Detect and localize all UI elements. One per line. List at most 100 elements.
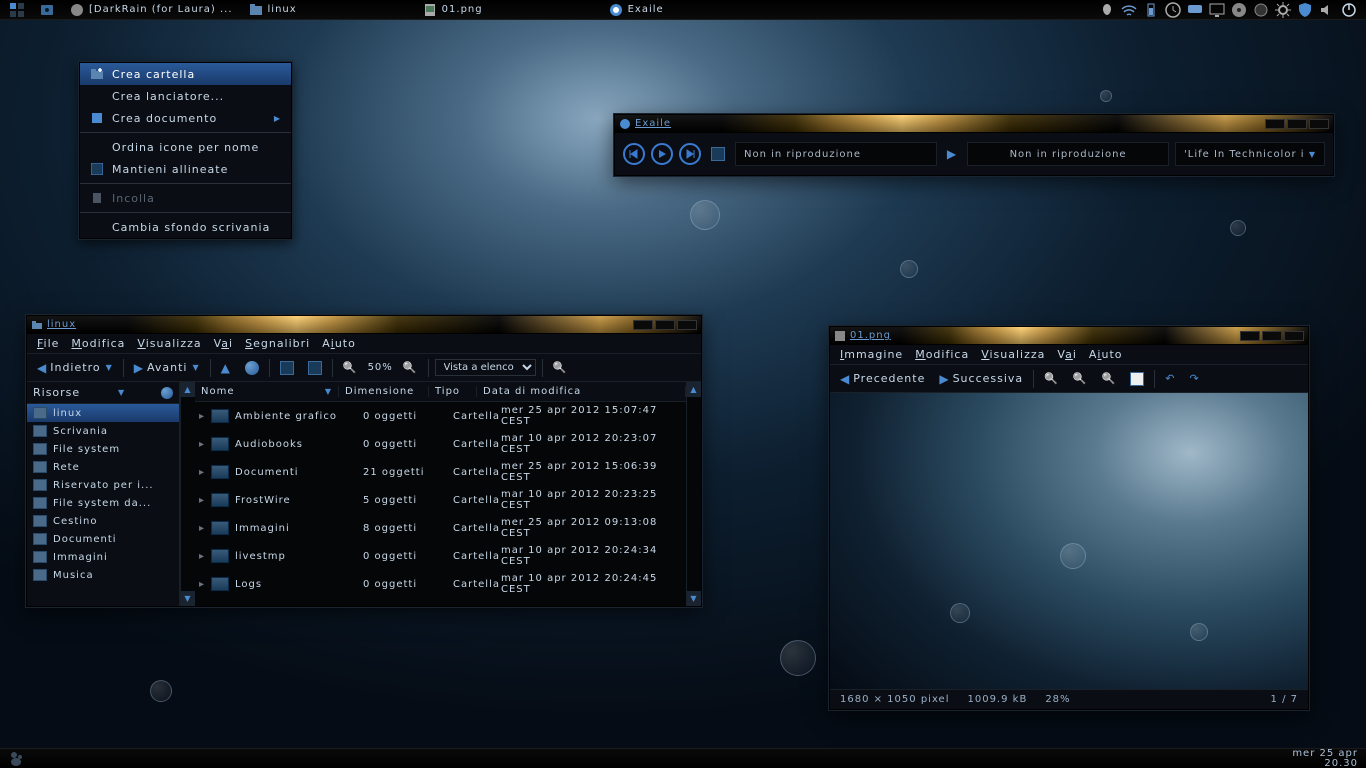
menu-go[interactable]: Vai [214,337,233,350]
home-button[interactable] [241,359,263,377]
next-track-button[interactable] [679,143,701,165]
track-title[interactable]: 'Life In Technicolor i▼ [1175,142,1325,166]
image-canvas[interactable] [830,393,1308,689]
menu-help[interactable]: Aiuto [1089,348,1123,361]
menu-view[interactable]: Visualizza [137,337,201,350]
expand-icon[interactable]: ▸ [199,467,207,478]
globe-icon[interactable] [161,387,173,399]
place-item[interactable]: Musica [27,566,179,584]
gnome-menu-button[interactable] [8,751,28,767]
play-button[interactable] [651,143,673,165]
minimize-button[interactable] [1240,331,1260,341]
track-progress[interactable]: Non in riproduzione [967,142,1169,166]
place-item[interactable]: Riservato per i... [27,476,179,494]
view-mode-select[interactable]: Vista a elenco [435,359,536,376]
menu-edit[interactable]: Modifica [915,348,969,361]
zoom-in-button[interactable] [399,359,422,376]
taskbar-item-linux[interactable]: linux [243,2,303,18]
up-button[interactable]: ▲ [217,359,235,377]
menu-image[interactable]: Immagine [840,348,903,361]
place-item[interactable]: linux [27,404,179,422]
tray-chat-icon[interactable] [1186,1,1204,19]
expand-icon[interactable]: ▸ [199,495,207,506]
ctx-create-folder[interactable]: Crea cartella [80,63,291,85]
scroll-down-button[interactable]: ▼ [181,591,195,606]
scroll-up-button[interactable]: ▲ [181,382,195,397]
zoom-out-button[interactable] [1069,370,1092,387]
next-image-button[interactable]: ▶Successiva [935,370,1027,388]
expand-icon[interactable]: ▸ [199,551,207,562]
sidebar-scrollbar[interactable]: ▲▼ [180,382,195,606]
playlist-button[interactable] [707,145,729,163]
reload-button[interactable] [304,359,326,377]
zoom-in-button[interactable] [1040,370,1063,387]
minimize-button[interactable] [633,320,653,330]
taskbar-item-media[interactable] [34,2,60,18]
place-item[interactable]: Scrivania [27,422,179,440]
tray-disc-icon[interactable] [1230,1,1248,19]
maximize-button[interactable] [1287,119,1307,129]
menu-file[interactable]: File [37,337,59,350]
filelist-scrollbar[interactable]: ▲▼ [686,382,701,606]
close-button[interactable] [677,320,697,330]
tray-power-icon[interactable] [1340,1,1358,19]
zoom-fit-button[interactable] [1098,370,1121,387]
tray-battery-icon[interactable] [1142,1,1160,19]
expand-icon[interactable]: ▸ [199,411,207,422]
place-item[interactable]: Cestino [27,512,179,530]
file-row[interactable]: ▸Audiobooks0 oggettiCartellamar 10 apr 2… [195,430,686,458]
taskbar-item-darkrain[interactable]: [DarkRain (for Laura) ... [64,2,239,18]
file-row[interactable]: ▸Ambiente grafico0 oggettiCartellamer 25… [195,402,686,430]
exaile-titlebar[interactable]: Exaile [615,115,1333,133]
chevron-down-icon[interactable]: ▼ [118,388,125,397]
expand-icon[interactable]: ▸ [199,439,207,450]
ctx-sort-by-name[interactable]: Ordina icone per nome [80,136,291,158]
tray-update-icon[interactable] [1164,1,1182,19]
scroll-up-button[interactable]: ▲ [687,382,701,397]
maximize-button[interactable] [655,320,675,330]
zoom-out-button[interactable] [339,359,362,376]
expand-icon[interactable]: ▸ [199,523,207,534]
col-type[interactable]: Tipo [429,386,477,397]
menu-help[interactable]: Aiuto [322,337,356,350]
col-name[interactable]: Nome▼ [195,386,339,397]
file-row[interactable]: ▸Documenti21 oggettiCartellamer 25 apr 2… [195,458,686,486]
computer-button[interactable] [276,359,298,377]
taskbar-item-exaile[interactable]: Exaile [603,2,670,18]
maximize-button[interactable] [1262,331,1282,341]
ctx-keep-aligned[interactable]: Mantieni allineate [80,158,291,180]
search-button[interactable] [549,359,572,376]
workspace-switcher[interactable] [4,2,30,18]
seek-button[interactable]: ▶ [943,145,961,163]
menu-edit[interactable]: Modifica [71,337,125,350]
close-button[interactable] [1284,331,1304,341]
tray-settings-icon[interactable] [1274,1,1292,19]
scroll-down-button[interactable]: ▼ [687,591,701,606]
place-item[interactable]: Documenti [27,530,179,548]
tray-apple-icon[interactable] [1098,1,1116,19]
file-row[interactable]: ▸FrostWire5 oggettiCartellamar 10 apr 20… [195,486,686,514]
rotate-cw-button[interactable]: ↷ [1186,370,1204,387]
imageviewer-titlebar[interactable]: 01.png [830,327,1308,345]
menu-view[interactable]: Visualizza [981,348,1045,361]
ctx-create-document[interactable]: Crea documento [80,107,291,129]
place-item[interactable]: Immagini [27,548,179,566]
place-item[interactable]: File system [27,440,179,458]
menu-go[interactable]: Vai [1057,348,1076,361]
tray-record-icon[interactable] [1252,1,1270,19]
tray-wifi-icon[interactable] [1120,1,1138,19]
clock[interactable]: mer 25 apr 20.30 [1292,749,1358,768]
col-size[interactable]: Dimensione [339,386,429,397]
ctx-change-wallpaper[interactable]: Cambia sfondo scrivania [80,216,291,238]
file-row[interactable]: ▸Logs0 oggettiCartellamar 10 apr 2012 20… [195,570,686,598]
place-item[interactable]: File system da... [27,494,179,512]
forward-button[interactable]: ▶Avanti▼ [130,359,204,377]
tray-monitor-icon[interactable] [1208,1,1226,19]
filemanager-titlebar[interactable]: linux [27,316,701,334]
presentation-button[interactable] [1126,370,1148,388]
taskbar-item-01png[interactable]: 01.png [417,2,489,18]
tray-shield-icon[interactable] [1296,1,1314,19]
rotate-ccw-button[interactable]: ↶ [1161,370,1179,387]
menu-bookmarks[interactable]: Segnalibri [245,337,310,350]
expand-icon[interactable]: ▸ [199,579,207,590]
